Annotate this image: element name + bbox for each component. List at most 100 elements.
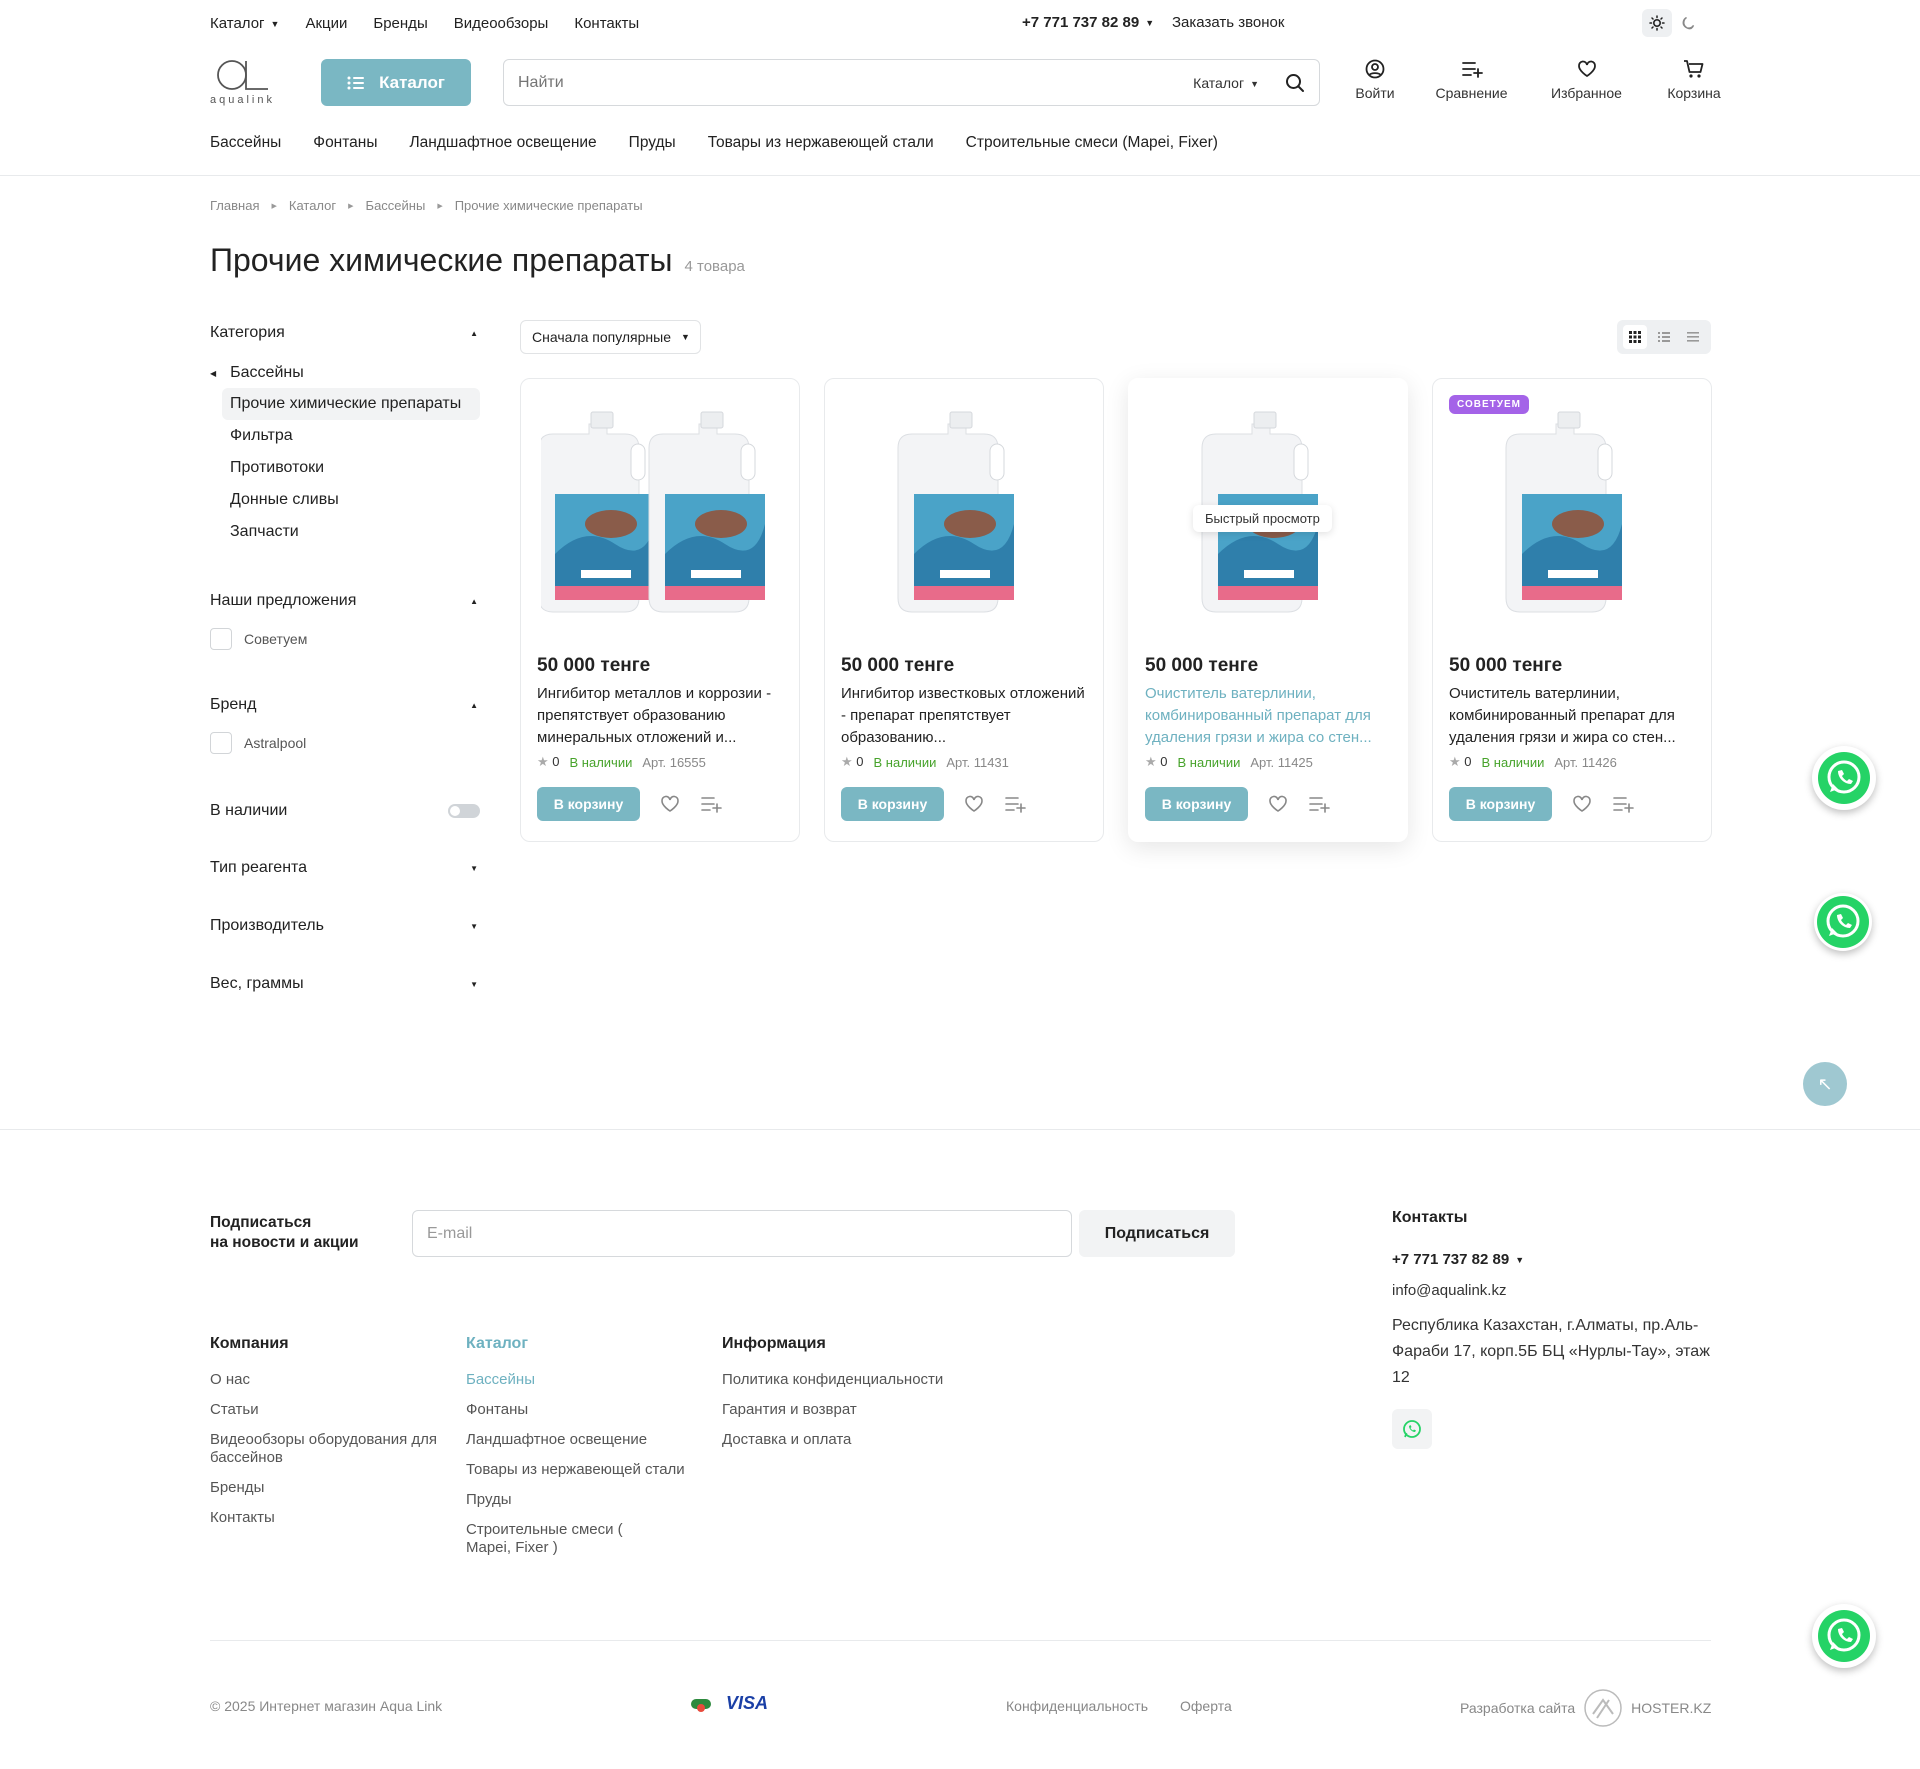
filter-offers-header[interactable]: Наши предложения ▲ xyxy=(210,588,480,614)
footer-link[interactable]: Статьи xyxy=(210,1401,455,1419)
compare-icon[interactable] xyxy=(1612,795,1634,813)
category-item-selected[interactable]: Прочие химические препараты xyxy=(222,388,480,420)
product-name[interactable]: Ингибитор известковых отложений - препар… xyxy=(841,683,1091,749)
footer-link[interactable]: Фонтаны xyxy=(466,1401,706,1419)
footer-link[interactable]: Политика конфиденциальности xyxy=(722,1371,982,1389)
menu-item-stainless[interactable]: Товары из нержавеющей стали xyxy=(708,134,934,152)
email-field[interactable]: E-mail xyxy=(412,1210,1072,1257)
footer-link[interactable]: Гарантия и возврат xyxy=(722,1401,982,1419)
product-image[interactable] xyxy=(841,395,1089,643)
table-view-icon[interactable] xyxy=(1681,325,1705,349)
add-to-cart-button[interactable]: В корзину xyxy=(537,787,640,821)
breadcrumb-pools[interactable]: Бассейны xyxy=(366,198,426,213)
heart-icon[interactable] xyxy=(1572,795,1592,813)
footer-link[interactable]: Доставка и оплата xyxy=(722,1431,982,1449)
footer-link[interactable]: Бассейны xyxy=(466,1371,706,1389)
add-to-cart-button[interactable]: В корзину xyxy=(841,787,944,821)
menu-item-lighting[interactable]: Ландшафтное освещение xyxy=(410,134,597,152)
favorites-button[interactable]: Избранное xyxy=(1529,59,1644,101)
footer-link[interactable]: Товары из нержавеющей стали xyxy=(466,1461,706,1479)
heart-icon[interactable] xyxy=(1268,795,1288,813)
product-name[interactable]: Очиститель ватерлинии, комбинированный п… xyxy=(1449,683,1699,749)
developer-credit[interactable]: Разработка сайта HOSTER.KZ xyxy=(1460,1688,1711,1728)
checkbox[interactable] xyxy=(210,732,232,754)
whatsapp-float-button[interactable] xyxy=(1812,1604,1876,1668)
footer-phone[interactable]: +7 771 737 82 89 ▼ xyxy=(1392,1251,1712,1268)
product-card[interactable]: 50 000 тенге Ингибитор металлов и корроз… xyxy=(520,378,800,842)
category-parent[interactable]: ◀ Бассейны xyxy=(210,358,480,388)
chevron-left-icon: ◀ xyxy=(210,368,217,378)
search-input[interactable] xyxy=(518,73,1194,92)
quick-view-button[interactable]: Быстрый просмотр xyxy=(1193,505,1332,532)
product-card[interactable]: 50 000 тенге Ингибитор известковых отлож… xyxy=(824,378,1104,842)
search-scope-select[interactable]: Каталог ▼ xyxy=(1193,75,1259,91)
login-button[interactable]: Войти xyxy=(1336,59,1414,101)
compare-button[interactable]: Сравнение xyxy=(1414,59,1529,101)
product-card[interactable]: СОВЕТУЕМ 50 000 тенге Очиститель ватерли… xyxy=(1432,378,1712,842)
whatsapp-float-button[interactable] xyxy=(1814,893,1872,951)
checkbox[interactable] xyxy=(210,628,232,650)
menu-item-mixes[interactable]: Строительные смеси (Mapei, Fixer) xyxy=(966,134,1218,152)
category-item[interactable]: Запчасти xyxy=(210,516,480,548)
product-image[interactable] xyxy=(1449,395,1697,643)
compare-icon[interactable] xyxy=(1308,795,1330,813)
scroll-to-top-button[interactable]: ↖ xyxy=(1803,1062,1847,1106)
catalog-button[interactable]: Каталог xyxy=(321,59,471,106)
compare-icon[interactable] xyxy=(1004,795,1026,813)
footer-link[interactable]: Ландшафтное освещение xyxy=(466,1431,706,1449)
category-item[interactable]: Фильтра xyxy=(210,420,480,452)
footer-link[interactable]: Видеообзоры оборудования для бассейнов xyxy=(210,1431,455,1467)
sun-icon[interactable] xyxy=(1642,9,1672,37)
filter-category-header[interactable]: Категория ▲ xyxy=(210,320,480,346)
product-name[interactable]: Очиститель ватерлинии, комбинированный п… xyxy=(1145,683,1395,749)
category-item[interactable]: Донные сливы xyxy=(210,484,480,516)
grid-view-icon[interactable] xyxy=(1623,325,1648,349)
filter-manufacturer[interactable]: Производитель ▼ xyxy=(210,913,480,939)
top-phone[interactable]: +7 771 737 82 89 ▼ xyxy=(1022,14,1154,31)
top-nav-promotions[interactable]: Акции xyxy=(305,15,347,32)
compare-icon[interactable] xyxy=(700,795,722,813)
cart-button[interactable]: Корзина xyxy=(1644,59,1744,101)
product-name[interactable]: Ингибитор металлов и коррозии - препятст… xyxy=(537,683,787,749)
top-nav-brands[interactable]: Бренды xyxy=(373,15,427,32)
menu-item-ponds[interactable]: Пруды xyxy=(629,134,676,152)
add-to-cart-button[interactable]: В корзину xyxy=(1145,787,1248,821)
sort-select[interactable]: Сначала популярные ▼ xyxy=(520,320,701,354)
footer-email[interactable]: info@aqualink.kz xyxy=(1392,1282,1712,1299)
breadcrumb-home[interactable]: Главная xyxy=(210,198,259,213)
breadcrumb-catalog[interactable]: Каталог xyxy=(289,198,336,213)
callback-link[interactable]: Заказать звонок xyxy=(1172,14,1284,31)
offer-checkbox[interactable]: Советуем xyxy=(210,628,480,650)
offer-link[interactable]: Оферта xyxy=(1180,1698,1232,1714)
product-card[interactable]: Быстрый просмотр 50 000 тенге Очиститель… xyxy=(1128,378,1408,842)
filter-brand-header[interactable]: Бренд ▲ xyxy=(210,692,480,718)
product-image[interactable] xyxy=(537,395,785,643)
footer-link[interactable]: Бренды xyxy=(210,1479,455,1497)
top-nav-catalog[interactable]: Каталог ▼ xyxy=(210,15,279,32)
product-sku: Арт. 11426 xyxy=(1554,754,1617,770)
footer-link[interactable]: Строительные смеси ( Mapei, Fixer ) xyxy=(466,1521,636,1557)
moon-icon[interactable] xyxy=(1680,15,1696,31)
brand-checkbox[interactable]: Astralpool xyxy=(210,732,480,754)
logo[interactable]: aqualink xyxy=(210,56,292,112)
top-nav-contacts[interactable]: Контакты xyxy=(574,15,639,32)
filter-weight[interactable]: Вес, граммы ▼ xyxy=(210,971,480,997)
search-icon[interactable] xyxy=(1285,73,1305,93)
privacy-link[interactable]: Конфиденциальность xyxy=(1006,1698,1148,1714)
footer-link[interactable]: Пруды xyxy=(466,1491,706,1509)
filter-reagent-type[interactable]: Тип реагента ▼ xyxy=(210,855,480,881)
footer-link[interactable]: Контакты xyxy=(210,1509,455,1527)
footer-link[interactable]: О нас xyxy=(210,1371,455,1389)
footer-whatsapp-button[interactable] xyxy=(1392,1409,1432,1449)
heart-icon[interactable] xyxy=(964,795,984,813)
menu-item-fountains[interactable]: Фонтаны xyxy=(313,134,377,152)
list-view-icon[interactable] xyxy=(1652,325,1676,349)
stock-toggle[interactable] xyxy=(448,804,480,818)
category-item[interactable]: Противотоки xyxy=(210,452,480,484)
top-nav-videos[interactable]: Видеообзоры xyxy=(454,15,549,32)
add-to-cart-button[interactable]: В корзину xyxy=(1449,787,1552,821)
subscribe-button[interactable]: Подписаться xyxy=(1079,1210,1235,1257)
whatsapp-float-button[interactable] xyxy=(1812,746,1876,810)
menu-item-pools[interactable]: Бассейны xyxy=(210,134,281,152)
heart-icon[interactable] xyxy=(660,795,680,813)
